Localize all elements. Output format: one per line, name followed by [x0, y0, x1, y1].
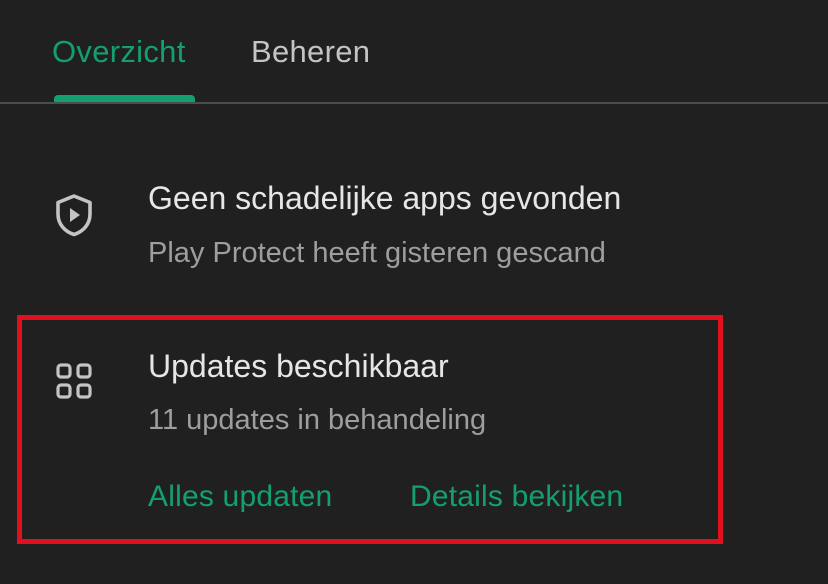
apps-grid-icon: [56, 363, 92, 399]
updates-title: Updates beschikbaar: [148, 348, 449, 384]
play-protect-overview-screen: Overzicht Beheren Geen schadelijke apps …: [0, 0, 828, 584]
tab-manage[interactable]: Beheren: [251, 34, 370, 70]
tab-overview[interactable]: Overzicht: [52, 34, 186, 70]
tab-bar: Overzicht Beheren: [0, 0, 828, 104]
view-details-button[interactable]: Details bekijken: [410, 480, 623, 514]
protect-status-title: Geen schadelijke apps gevonden: [148, 180, 622, 216]
tabs-divider: [0, 102, 828, 104]
shield-play-icon: [56, 194, 92, 237]
protect-status-subtitle: Play Protect heeft gisteren gescand: [148, 237, 606, 269]
update-all-button[interactable]: Alles updaten: [148, 480, 332, 514]
updates-subtitle: 11 updates in behandeling: [148, 404, 487, 436]
